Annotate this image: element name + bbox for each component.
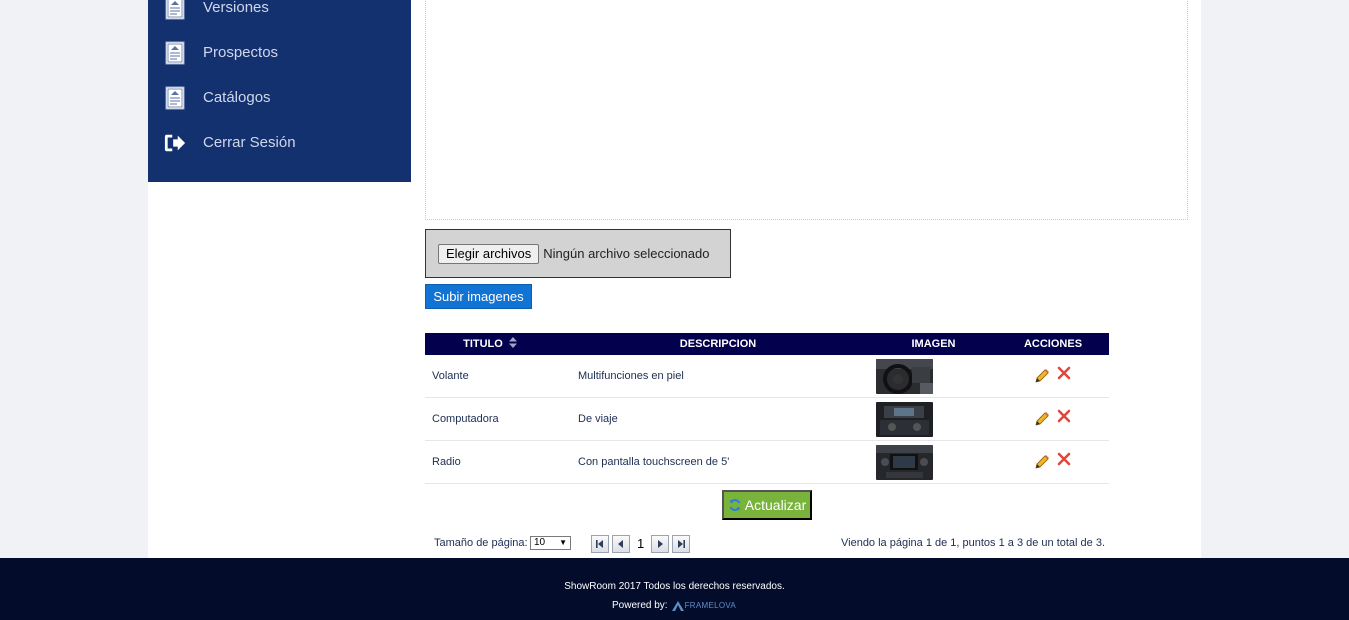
refresh-icon <box>729 499 741 511</box>
cell-titulo: Computadora <box>432 413 499 425</box>
no-file-text: Ningún archivo seleccionado <box>543 246 710 261</box>
powered-by-label: Powered by: <box>612 600 668 611</box>
next-page-button[interactable] <box>651 535 669 553</box>
prev-page-icon <box>618 540 623 548</box>
steering-wheel-thumbnail[interactable] <box>876 359 933 394</box>
dashboard-computer-thumbnail[interactable] <box>876 402 933 437</box>
cell-descripcion: Con pantalla touchscreen de 5' <box>578 456 730 468</box>
last-page-icon <box>678 540 685 548</box>
page-size-label: Tamaño de página: <box>434 537 528 549</box>
column-header-titulo[interactable]: TITULO <box>425 333 555 355</box>
refresh-label: Actualizar <box>744 497 807 513</box>
table-row: Computadora De viaje <box>425 398 1109 441</box>
sidebar-item-label: Prospectos <box>203 44 279 61</box>
sidebar-item-label: Versiones <box>203 0 269 16</box>
delete-icon[interactable] <box>1057 366 1071 380</box>
image-dropzone[interactable] <box>425 0 1188 220</box>
page-size-select[interactable]: 10 ▼ <box>530 536 571 550</box>
table-row: Radio Con pantalla touchscreen de 5' <box>425 441 1109 484</box>
upload-images-button[interactable]: Subir imagenes <box>425 284 532 309</box>
column-header-acciones: ACCIONES <box>1023 338 1083 350</box>
grid-header: TITULO DESCRIPCION IMAGEN ACCIONES <box>425 333 1109 355</box>
edit-icon[interactable] <box>1034 411 1050 427</box>
sidebar: Versiones Prospectos Catálogos Cerrar Se… <box>148 0 411 182</box>
page-size-value: 10 <box>534 537 546 548</box>
choose-files-button[interactable]: Elegir archivos <box>438 243 540 264</box>
first-page-icon <box>596 540 603 548</box>
sidebar-item-cerrar-sesion[interactable]: Cerrar Sesión <box>148 120 411 165</box>
edit-icon[interactable] <box>1034 368 1050 384</box>
cell-descripcion: Multifunciones en piel <box>578 370 684 382</box>
sidebar-item-label: Cerrar Sesión <box>203 134 296 151</box>
first-page-button[interactable] <box>591 535 609 553</box>
logout-icon <box>164 130 186 156</box>
table-row: Volante Multifunciones en piel <box>425 355 1109 398</box>
framelova-logo[interactable]: FRAMELOVA <box>671 600 737 611</box>
next-page-icon <box>658 540 663 548</box>
powered-by: Powered by: FRAMELOVA <box>612 600 736 611</box>
cell-descripcion: De viaje <box>578 413 618 425</box>
footer: ShowRoom 2017 Todos los derechos reserva… <box>0 558 1349 620</box>
sidebar-item-prospectos[interactable]: Prospectos <box>148 30 411 75</box>
brand-name: FRAMELOVA <box>684 601 737 610</box>
document-icon <box>164 85 186 111</box>
prev-page-button[interactable] <box>612 535 630 553</box>
column-header-descripcion: DESCRIPCION <box>679 338 757 350</box>
sidebar-item-versiones[interactable]: Versiones <box>148 0 411 30</box>
refresh-button[interactable]: Actualizar <box>722 490 812 520</box>
document-icon <box>164 0 186 21</box>
images-grid: TITULO DESCRIPCION IMAGEN ACCIONES Volan… <box>425 333 1109 484</box>
edit-icon[interactable] <box>1034 454 1050 470</box>
last-page-button[interactable] <box>672 535 690 553</box>
dropdown-arrow-icon: ▼ <box>559 538 567 547</box>
sidebar-item-catalogos[interactable]: Catálogos <box>148 75 411 120</box>
delete-icon[interactable] <box>1057 409 1071 423</box>
copyright-text: ShowRoom 2017 Todos los derechos reserva… <box>564 581 785 592</box>
radio-thumbnail[interactable] <box>876 445 933 480</box>
sidebar-item-label: Catálogos <box>203 89 271 106</box>
column-header-label: TITULO <box>463 338 503 350</box>
brand-icon <box>671 600 684 611</box>
cell-titulo: Radio <box>432 456 461 468</box>
column-header-imagen: IMAGEN <box>911 338 956 350</box>
cell-titulo: Volante <box>432 370 469 382</box>
sort-icon <box>508 337 517 348</box>
file-input: Elegir archivos Ningún archivo seleccion… <box>425 229 731 278</box>
pager-info: Viendo la página 1 de 1, puntos 1 a 3 de… <box>841 537 1106 549</box>
delete-icon[interactable] <box>1057 452 1071 466</box>
current-page-number: 1 <box>637 536 645 551</box>
document-icon <box>164 40 186 66</box>
